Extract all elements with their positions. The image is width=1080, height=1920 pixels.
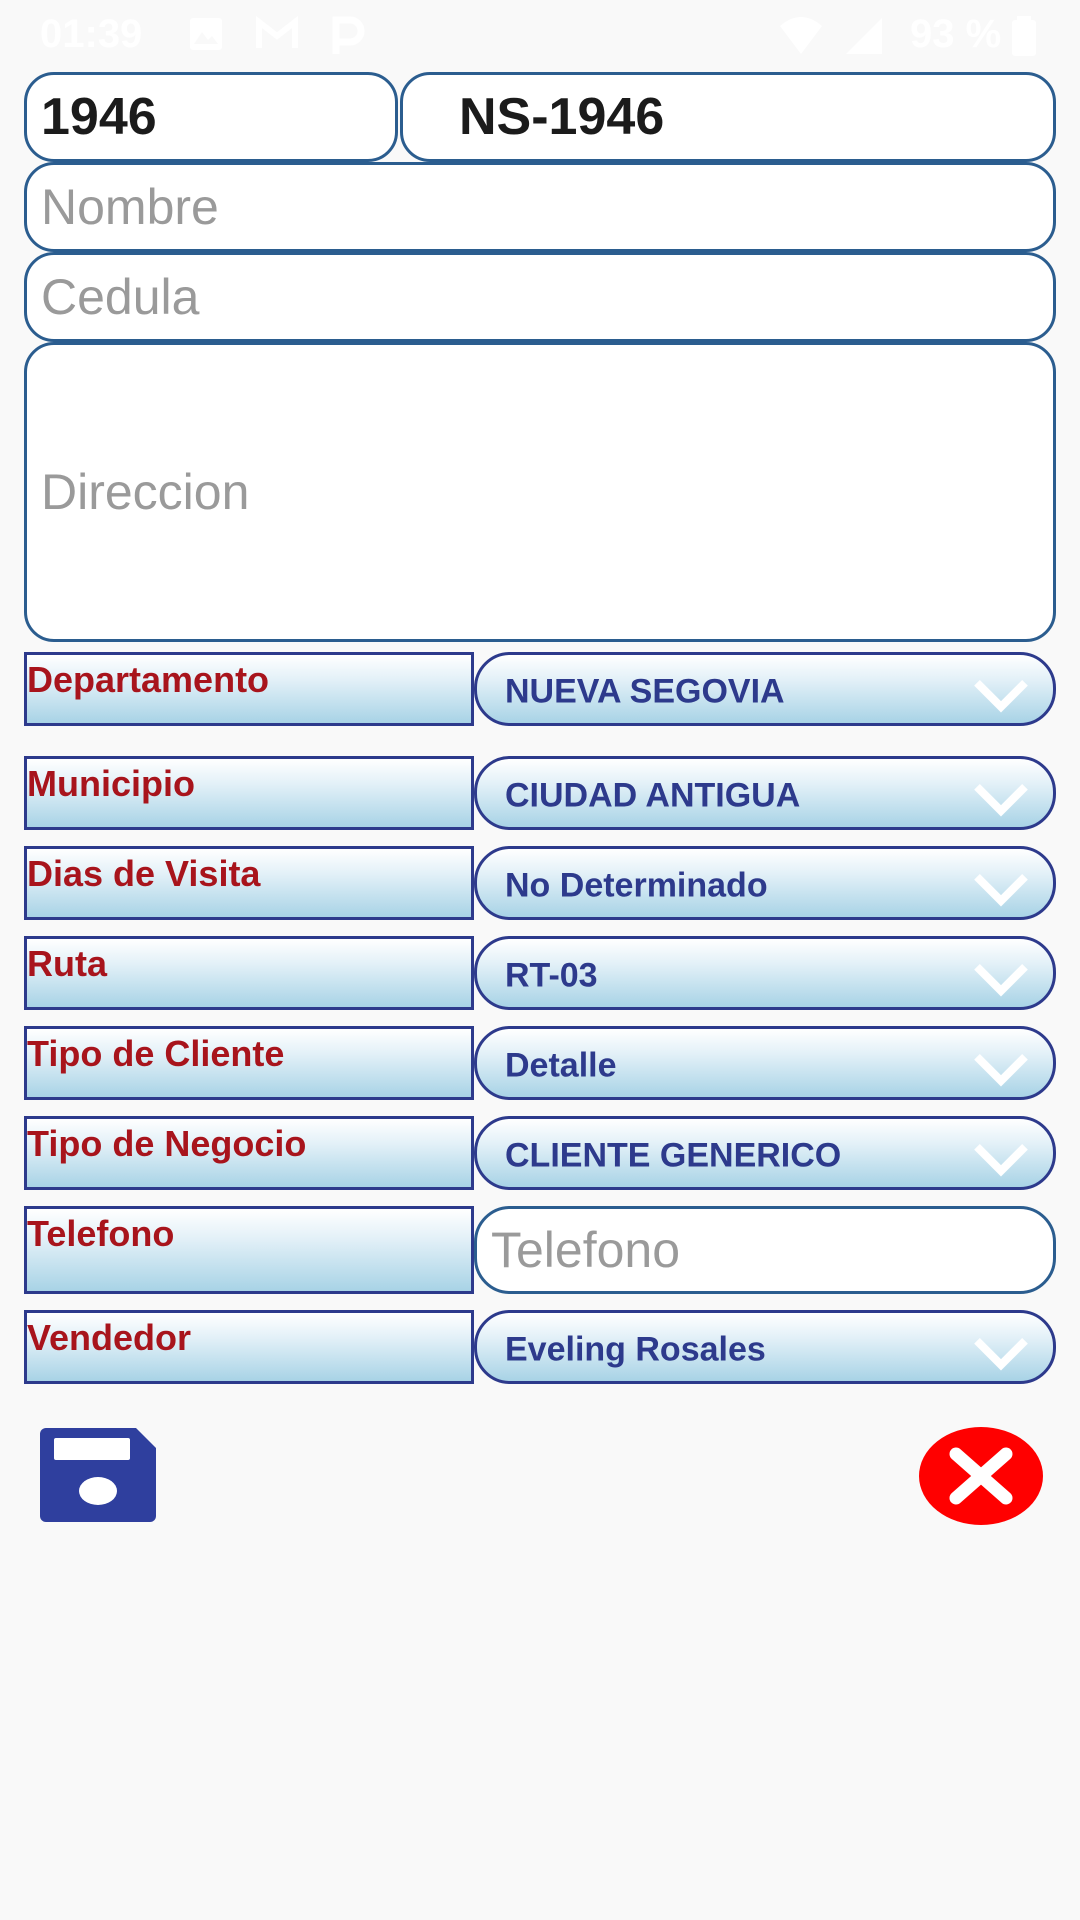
cedula-placeholder: Cedula — [41, 269, 200, 325]
chevron-down-icon — [974, 679, 1028, 713]
image-icon — [190, 18, 222, 50]
telefono-input[interactable]: Telefono — [474, 1206, 1056, 1294]
departamento-dropdown[interactable]: NUEVA SEGOVIA — [474, 652, 1056, 726]
ruta-label: Ruta — [27, 943, 107, 984]
nombre-placeholder: Nombre — [41, 179, 219, 235]
direccion-placeholder: Direccion — [41, 464, 250, 520]
status-bar: 01:39 93 % — [0, 0, 1080, 72]
ruta-dropdown[interactable]: RT-03 — [474, 936, 1056, 1010]
vendedor-label-cell: Vendedor — [24, 1310, 474, 1384]
chevron-down-icon — [974, 1143, 1028, 1177]
cedula-input[interactable]: Cedula — [24, 252, 1056, 342]
signal-icon — [846, 18, 882, 54]
municipio-label: Municipio — [27, 763, 195, 804]
close-circle-icon — [919, 1427, 1043, 1525]
client-code-value: 1946 — [41, 88, 157, 146]
tipo-cliente-label-cell: Tipo de Cliente — [24, 1026, 474, 1100]
departamento-value: NUEVA SEGOVIA — [505, 672, 785, 711]
telefono-placeholder: Telefono — [491, 1222, 681, 1278]
floppy-disk-icon — [40, 1428, 156, 1522]
dias-visita-dropdown[interactable]: No Determinado — [474, 846, 1056, 920]
departamento-label-cell: Departamento — [24, 652, 474, 726]
direccion-textarea[interactable]: Direccion — [24, 342, 1056, 642]
telefono-label: Telefono — [27, 1213, 175, 1254]
cancel-button[interactable] — [918, 1426, 1044, 1526]
client-id-value: NS-1946 — [459, 88, 665, 146]
telefono-label-cell: Telefono — [24, 1206, 474, 1294]
tipo-negocio-label-cell: Tipo de Negocio — [24, 1116, 474, 1190]
dias-visita-label: Dias de Visita — [27, 853, 261, 894]
dias-visita-label-cell: Dias de Visita — [24, 846, 474, 920]
dias-visita-value: No Determinado — [505, 866, 768, 905]
client-id-field[interactable]: NS-1946 — [400, 72, 1056, 162]
chevron-down-icon — [974, 1337, 1028, 1371]
municipio-value: CIUDAD ANTIGUA — [505, 776, 801, 815]
battery-percentage: 93 % — [910, 12, 1002, 56]
tipo-cliente-label: Tipo de Cliente — [27, 1033, 285, 1074]
municipio-dropdown[interactable]: CIUDAD ANTIGUA — [474, 756, 1056, 830]
tipo-cliente-value: Detalle — [505, 1046, 617, 1085]
vendedor-label: Vendedor — [27, 1317, 192, 1358]
battery-icon — [1012, 16, 1036, 56]
ruta-label-cell: Ruta — [24, 936, 474, 1010]
gmail-icon — [256, 16, 298, 48]
tipo-negocio-dropdown[interactable]: CLIENTE GENERICO — [474, 1116, 1056, 1190]
tipo-negocio-value: CLIENTE GENERICO — [505, 1136, 842, 1175]
municipio-label-cell: Municipio — [24, 756, 474, 830]
tipo-cliente-dropdown[interactable]: Detalle — [474, 1026, 1056, 1100]
tipo-negocio-label: Tipo de Negocio — [27, 1123, 307, 1164]
nombre-input[interactable]: Nombre — [24, 162, 1056, 252]
client-code-field[interactable]: 1946 — [24, 72, 398, 162]
departamento-label: Departamento — [27, 659, 270, 700]
vendedor-dropdown[interactable]: Eveling Rosales — [474, 1310, 1056, 1384]
parking-icon — [332, 16, 365, 54]
save-button[interactable] — [40, 1428, 156, 1522]
chevron-down-icon — [974, 1053, 1028, 1087]
chevron-down-icon — [974, 873, 1028, 907]
status-time: 01:39 — [40, 12, 143, 56]
chevron-down-icon — [974, 783, 1028, 817]
ruta-value: RT-03 — [505, 956, 598, 995]
wifi-icon — [780, 17, 822, 54]
vendedor-value: Eveling Rosales — [505, 1330, 766, 1369]
chevron-down-icon — [974, 963, 1028, 997]
